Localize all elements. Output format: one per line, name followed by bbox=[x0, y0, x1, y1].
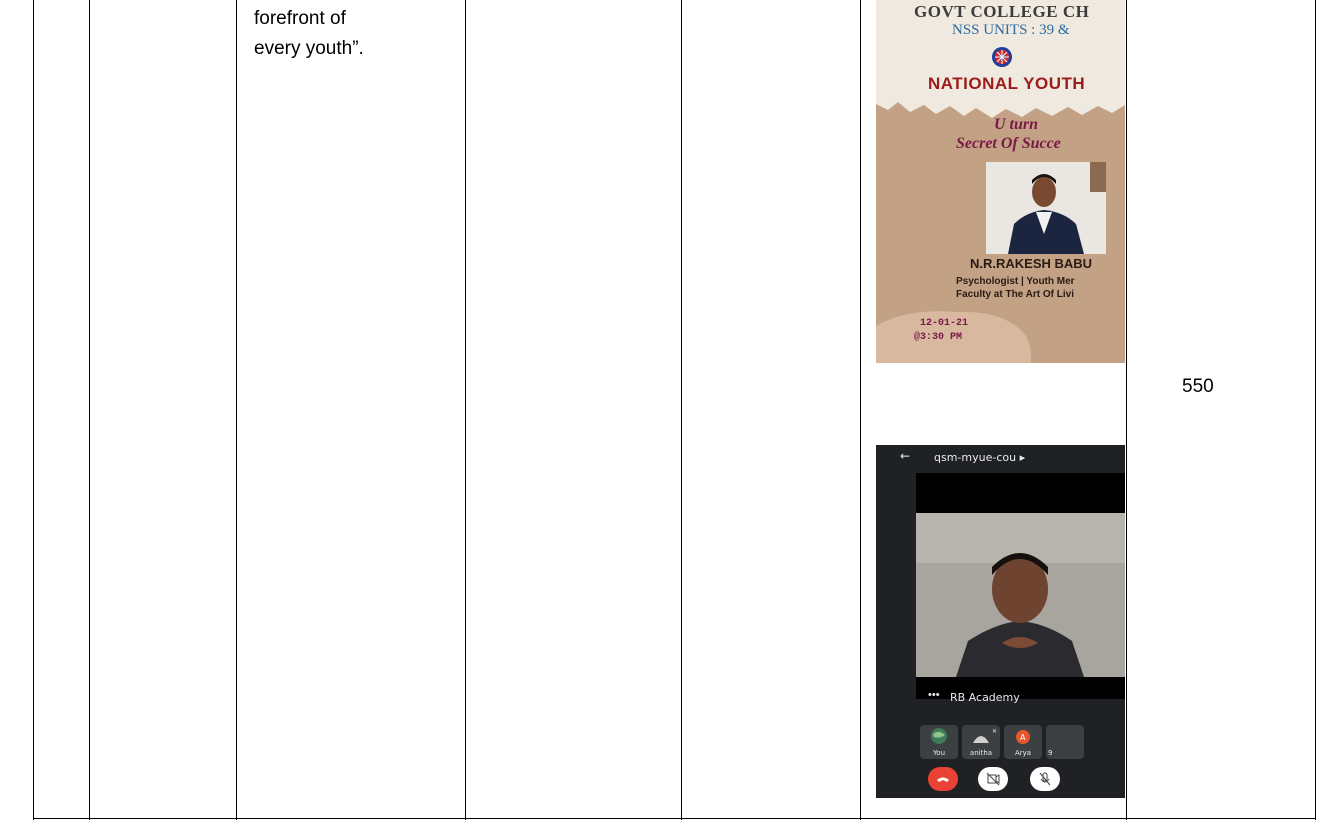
globe-avatar-icon bbox=[931, 728, 947, 744]
more-options-icon[interactable]: ••• bbox=[928, 689, 942, 701]
table-divider-6 bbox=[1126, 0, 1127, 820]
table-divider-5 bbox=[860, 0, 861, 820]
participant-count: 550 bbox=[1182, 376, 1214, 397]
table-divider-1 bbox=[89, 0, 90, 820]
svg-text:✕: ✕ bbox=[992, 728, 997, 735]
speaker-role-line-1: Psychologist | Youth Mer bbox=[956, 276, 1075, 287]
arrow-left-icon[interactable]: ← bbox=[900, 449, 910, 463]
svg-text:A: A bbox=[1020, 733, 1026, 742]
speaker-tile-name: RB Academy bbox=[950, 691, 1020, 704]
end-call-icon bbox=[937, 777, 949, 782]
poster-topic-line-1: U turn bbox=[994, 116, 1039, 133]
video-call-screenshot: ← qsm-myue-cou ▸ ••• RB Academy You ✕ an… bbox=[876, 445, 1125, 798]
table-border-right bbox=[1315, 0, 1316, 820]
user-avatar-icon: ✕ bbox=[973, 728, 997, 743]
nss-emblem-icon bbox=[992, 47, 1012, 67]
description-line-1: forefront of bbox=[254, 8, 346, 29]
event-poster-image: GOVT COLLEGE CH NSS UNITS : 39 & NATIONA… bbox=[876, 0, 1125, 363]
poster-college-name: GOVT COLLEGE CH bbox=[914, 2, 1090, 21]
mic-off-icon bbox=[1039, 772, 1051, 786]
meet-top-bar: ← qsm-myue-cou ▸ bbox=[876, 445, 1125, 471]
camera-toggle-button[interactable] bbox=[978, 767, 1008, 791]
speaker-photo bbox=[986, 162, 1106, 254]
table-divider-3 bbox=[465, 0, 466, 820]
mic-toggle-button[interactable] bbox=[1030, 767, 1060, 791]
table-border-left bbox=[33, 0, 34, 820]
poster-time: @3:30 PM bbox=[914, 332, 963, 343]
poster-nss-units: NSS UNITS : 39 & bbox=[952, 22, 1070, 38]
table-divider-2 bbox=[236, 0, 237, 820]
end-call-button[interactable] bbox=[928, 767, 958, 791]
poster-date: 12-01-21 bbox=[920, 318, 969, 329]
participant-tile-anitha[interactable]: ✕ anitha bbox=[962, 725, 1000, 759]
participant-tile-you[interactable]: You bbox=[920, 725, 958, 759]
participant-tile-partial[interactable]: 9 bbox=[1046, 725, 1084, 759]
camera-off-icon bbox=[986, 772, 1000, 786]
speaker-video bbox=[916, 513, 1125, 677]
speaker-name: N.R.RAKESH BABU bbox=[970, 256, 1093, 271]
meeting-code[interactable]: qsm-myue-cou ▸ bbox=[934, 451, 1025, 464]
participant-tile-arya[interactable]: A Arya bbox=[1004, 725, 1042, 759]
table-divider-4 bbox=[681, 0, 682, 820]
poster-topic-line-2: Secret Of Succe bbox=[956, 135, 1061, 152]
table-border-bottom bbox=[33, 818, 1316, 819]
description-line-2: every youth”. bbox=[254, 38, 364, 59]
poster-event-title: NATIONAL YOUTH bbox=[928, 74, 1086, 93]
speaker-role-line-2: Faculty at The Art Of Livi bbox=[956, 289, 1074, 300]
initial-avatar-icon: A bbox=[1016, 730, 1030, 744]
